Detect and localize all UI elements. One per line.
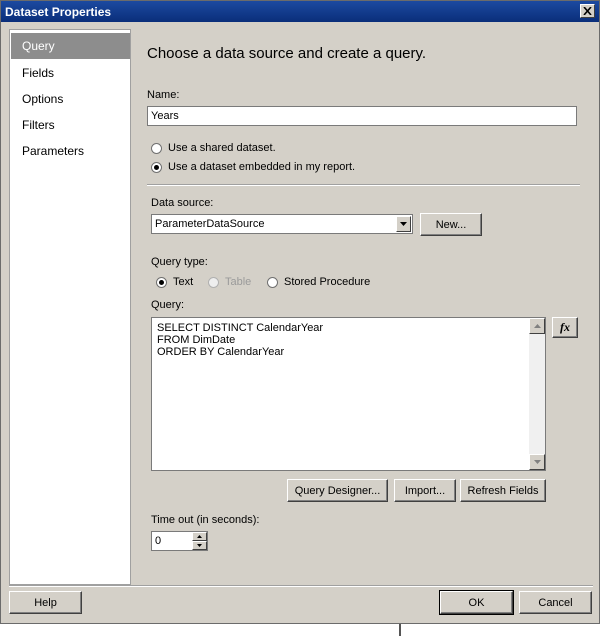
query-line: SELECT DISTINCT CalendarYear	[157, 322, 324, 334]
spin-up-button[interactable]	[192, 532, 207, 541]
radio-circle-selected	[156, 276, 167, 288]
new-datasource-button[interactable]: New...	[420, 213, 482, 236]
radio-embedded-dataset[interactable]: Use a dataset embedded in my report.	[151, 161, 355, 173]
arrow-down-icon	[533, 460, 541, 464]
radio-shared-dataset[interactable]: Use a shared dataset.	[151, 142, 276, 154]
expression-button[interactable]: fx	[552, 317, 578, 338]
arrow-down-icon	[197, 544, 202, 547]
radio-circle	[208, 276, 219, 288]
datasource-value: ParameterDataSource	[155, 218, 265, 230]
close-button[interactable]	[580, 4, 595, 18]
page-heading: Choose a data source and create a query.	[147, 45, 427, 62]
title-bar: Dataset Properties	[1, 1, 599, 22]
query-label: Query:	[151, 299, 185, 311]
ok-button[interactable]: OK	[439, 590, 514, 615]
close-icon	[583, 7, 592, 15]
dropdown-arrow[interactable]	[396, 216, 411, 232]
timeout-label: Time out (in seconds):	[151, 514, 260, 526]
arrow-up-icon	[533, 324, 541, 328]
window-title: Dataset Properties	[5, 5, 112, 19]
radio-query-text[interactable]: Text	[156, 276, 193, 288]
radio-stored-label: Stored Procedure	[284, 276, 371, 288]
nav-item-query[interactable]: Query	[11, 33, 130, 59]
footer-separator	[9, 585, 593, 587]
spin-down-button[interactable]	[192, 541, 207, 550]
page-navigation: Query Fields Options Filters Parameters	[9, 29, 131, 585]
nav-item-options[interactable]: Options	[11, 86, 130, 112]
name-field[interactable]: Years	[147, 106, 577, 126]
fx-icon: fx	[560, 320, 570, 334]
datasource-label: Data source:	[151, 197, 214, 209]
radio-text-label: Text	[173, 276, 194, 288]
nav-item-fields[interactable]: Fields	[11, 60, 130, 86]
radio-shared-label: Use a shared dataset.	[168, 142, 276, 154]
radio-circle	[151, 142, 162, 154]
query-line: FROM DimDate	[157, 334, 236, 346]
querytype-label: Query type:	[151, 256, 208, 268]
dataset-properties-dialog: Dataset Properties Query Fields Options …	[0, 0, 600, 624]
timeout-spinner[interactable]: 0	[151, 531, 208, 551]
chevron-down-icon	[400, 222, 407, 226]
text-cursor-mark	[399, 624, 401, 636]
refresh-fields-button[interactable]: Refresh Fields	[460, 479, 546, 502]
vertical-scrollbar[interactable]	[529, 318, 545, 470]
query-line: ORDER BY CalendarYear	[157, 346, 285, 358]
radio-table-label: Table	[225, 276, 252, 288]
arrow-up-icon	[197, 535, 202, 538]
name-label: Name:	[147, 89, 180, 101]
timeout-value: 0	[155, 535, 162, 547]
cancel-button[interactable]: Cancel	[519, 591, 592, 614]
query-designer-button[interactable]: Query Designer...	[287, 479, 388, 502]
scroll-down-button[interactable]	[529, 454, 545, 470]
datasource-dropdown[interactable]: ParameterDataSource	[151, 214, 413, 234]
nav-item-parameters[interactable]: Parameters	[11, 138, 130, 164]
scroll-up-button[interactable]	[529, 318, 545, 334]
query-textarea[interactable]: SELECT DISTINCT CalendarYear FROM DimDat…	[151, 317, 546, 471]
help-button[interactable]: Help	[9, 591, 82, 614]
import-button[interactable]: Import...	[394, 479, 456, 502]
radio-circle-selected	[151, 161, 162, 173]
radio-query-table: Table	[208, 276, 251, 288]
radio-circle	[267, 276, 278, 288]
radio-embedded-label: Use a dataset embedded in my report.	[168, 161, 356, 173]
radio-query-stored-procedure[interactable]: Stored Procedure	[267, 276, 370, 288]
separator	[147, 184, 580, 186]
nav-item-filters[interactable]: Filters	[11, 112, 130, 138]
